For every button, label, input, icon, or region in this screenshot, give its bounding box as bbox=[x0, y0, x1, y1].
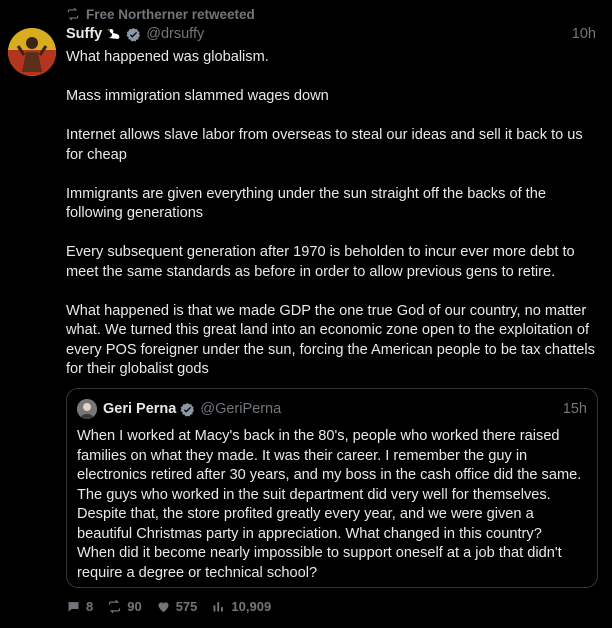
views-bar-chart-icon bbox=[213, 601, 224, 611]
tweet-paragraph: What happened was globalism. bbox=[66, 49, 269, 65]
author-handle[interactable]: @drsuffy bbox=[146, 26, 204, 42]
quoted-tweet-text: When I worked at Macy's back in the 80's… bbox=[77, 428, 582, 581]
reply-icon bbox=[68, 601, 79, 611]
view-count: 10,909 bbox=[231, 598, 272, 614]
tweet-body: What happened was globalism. Mass immigr… bbox=[66, 48, 596, 399]
like-button[interactable]: 575 bbox=[156, 598, 198, 614]
quoted-avatar bbox=[77, 399, 97, 419]
reply-count: 8 bbox=[86, 598, 94, 614]
tweet-paragraph: Every subsequent generation after 1970 i… bbox=[66, 244, 575, 280]
heart-icon bbox=[158, 601, 169, 612]
retweet-button[interactable]: 90 bbox=[107, 598, 142, 614]
tweet-header: Suffy @drsuffy 10h bbox=[66, 24, 596, 44]
views-button[interactable]: 10,909 bbox=[211, 599, 271, 614]
author-name[interactable]: Suffy bbox=[66, 26, 102, 42]
retweet-icon bbox=[109, 599, 121, 613]
quoted-author-name: Geri Perna bbox=[103, 401, 177, 417]
avatar-image bbox=[8, 28, 56, 76]
retweet-context[interactable]: Free Northerner retweeted bbox=[66, 6, 255, 22]
tweet-paragraph: Immigrants are given everything under th… bbox=[66, 185, 546, 222]
tweet-actions: 8 90 575 10,909 bbox=[66, 598, 271, 614]
quoted-tweet-header: Geri Perna @GeriPerna 15h bbox=[77, 399, 587, 419]
reply-button[interactable]: 8 bbox=[66, 599, 93, 614]
like-count: 575 bbox=[175, 598, 198, 614]
tweet-paragraph: What happened is that we made GDP the on… bbox=[66, 302, 595, 378]
quoted-author-handle: @GeriPerna bbox=[200, 401, 282, 417]
verified-icon bbox=[180, 402, 195, 416]
tweet-time[interactable]: 10h bbox=[572, 26, 596, 42]
avatar[interactable] bbox=[8, 28, 56, 76]
quoted-tweet[interactable]: Geri Perna @GeriPerna 15h When I worked … bbox=[66, 388, 598, 588]
swan-emoji-icon bbox=[107, 29, 120, 39]
retweet-count: 90 bbox=[127, 598, 142, 614]
tweet-paragraph: Mass immigration slammed wages down bbox=[66, 88, 329, 104]
retweet-label: Free Northerner retweeted bbox=[86, 6, 255, 22]
verified-icon bbox=[126, 27, 141, 41]
retweet-icon bbox=[67, 7, 79, 21]
tweet-paragraph: Internet allows slave labor from oversea… bbox=[66, 127, 583, 163]
quoted-tweet-time: 15h bbox=[562, 401, 587, 417]
